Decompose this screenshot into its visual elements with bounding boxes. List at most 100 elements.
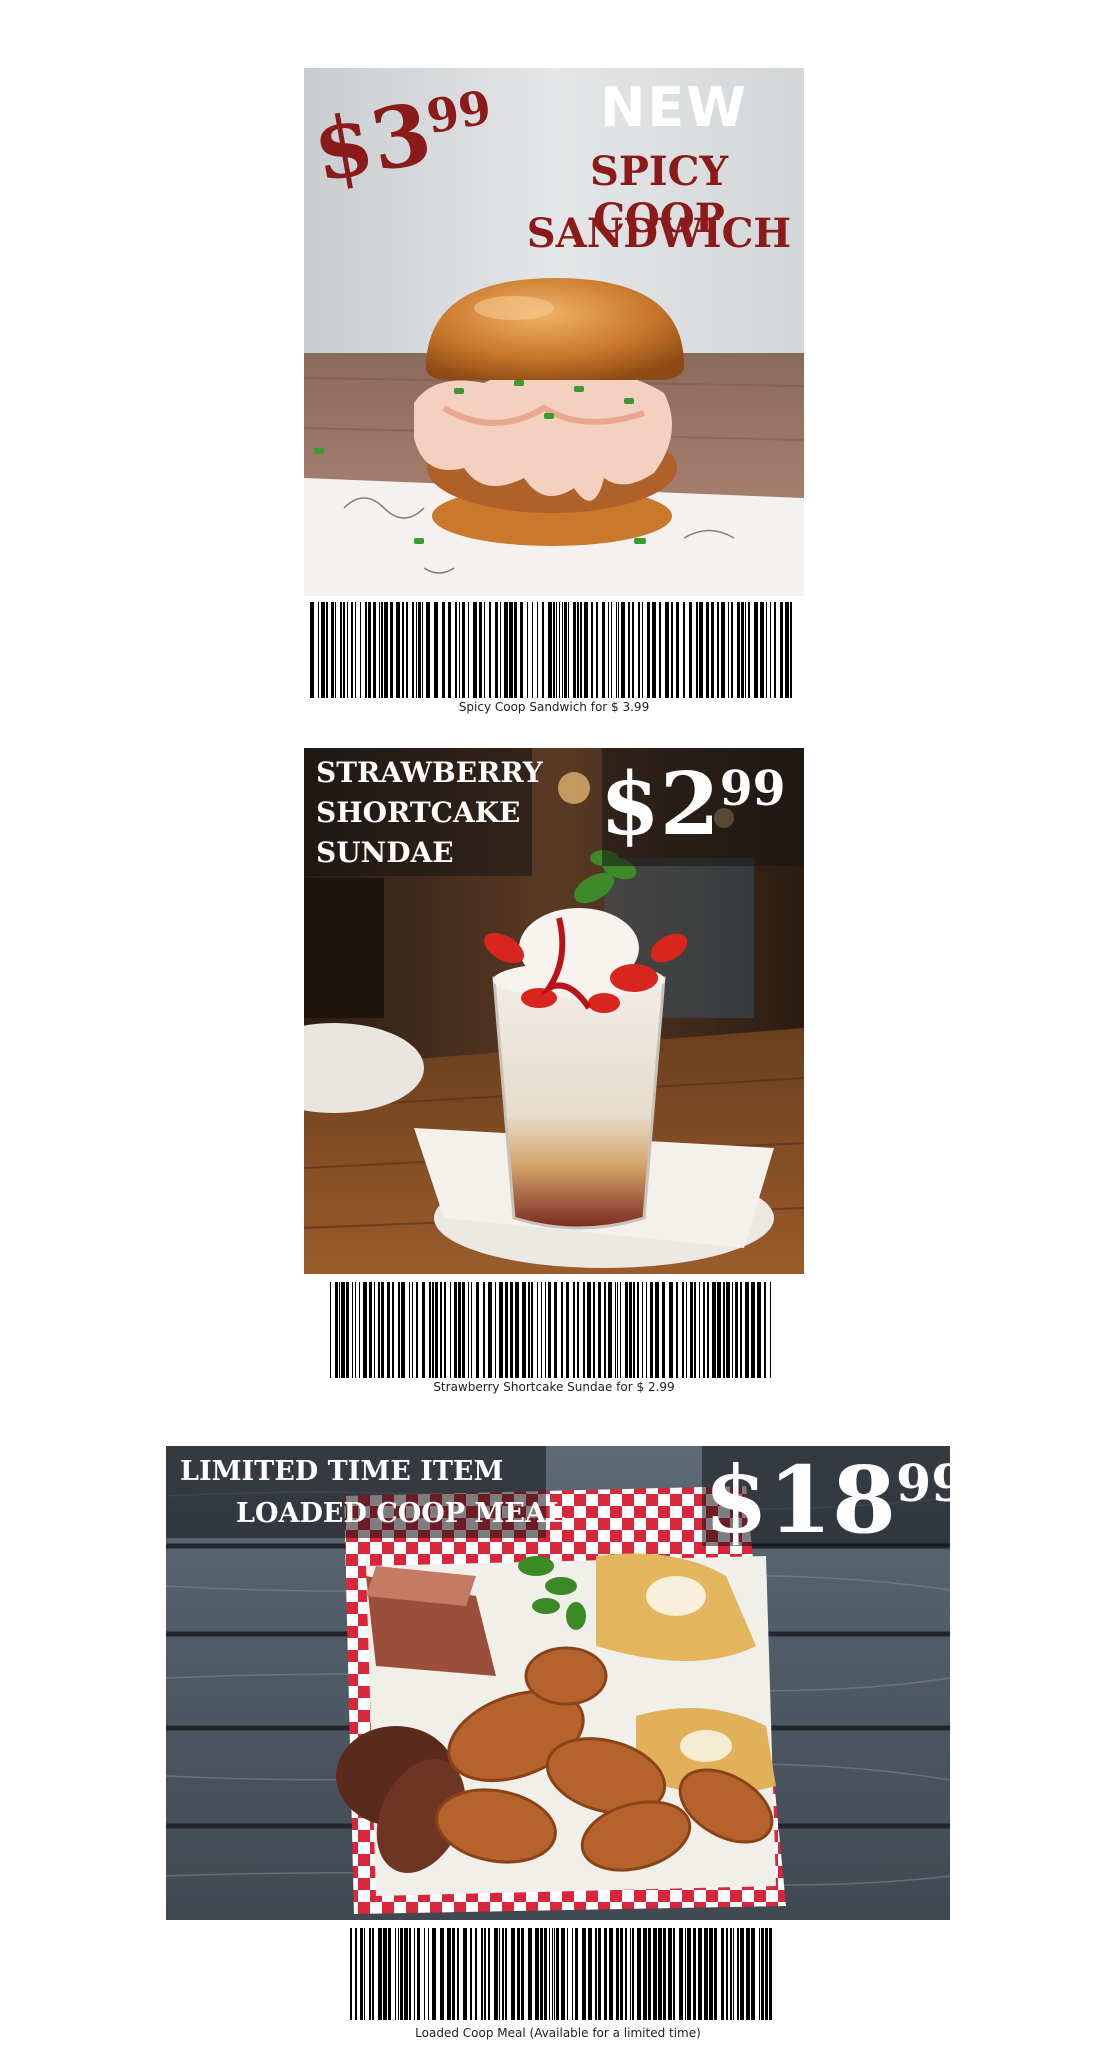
barcode-bar (511, 1928, 515, 2020)
barcode-bar (388, 1928, 391, 2020)
price-tag: $1899 (704, 1454, 950, 1546)
barcode-bar (321, 602, 325, 698)
barcode-bar (520, 602, 523, 698)
barcode-bar (704, 1928, 708, 2020)
barcode-bar (733, 1928, 734, 2020)
coupon-strawberry-shortcake-sundae[interactable]: STRAWBERRY SHORTCAKE SUNDAE $299 Strawbe… (0, 720, 1110, 1410)
item-title-line-3: SUNDAE (316, 836, 454, 869)
barcode-bar (374, 1282, 375, 1378)
barcode-bar (699, 602, 703, 698)
loaded-coop-meal-image: LIMITED TIME ITEM LOADED COOP MEAL $1899 (166, 1446, 950, 1920)
barcode-bar (532, 602, 533, 698)
barcode-bar (583, 1282, 585, 1378)
barcode-bar (364, 1928, 365, 2020)
coupon-loaded-coop-meal[interactable]: LIMITED TIME ITEM LOADED COOP MEAL $1899… (0, 1410, 1110, 2054)
barcode-bar (567, 1928, 568, 2020)
barcode-bar (632, 602, 634, 698)
strawberry-shortcake-sundae-image: STRAWBERRY SHORTCAKE SUNDAE $299 (304, 748, 804, 1274)
barcode-bar (698, 1928, 702, 2020)
barcode-bar (351, 602, 353, 698)
barcode-bar (418, 602, 421, 698)
barcode-bar (711, 602, 714, 698)
barcode-bar (373, 602, 376, 698)
barcode-bar (785, 602, 789, 698)
barcode-caption: Strawberry Shortcake Sundae for $ 2.99 (433, 1380, 675, 1394)
barcode-bar (694, 1282, 696, 1378)
item-title-line-2: SHORTCAKE (316, 796, 521, 829)
barcode-bar (731, 602, 733, 698)
barcode-bar (372, 1928, 374, 2020)
barcode-bar (468, 602, 469, 698)
barcode-bar (759, 1928, 760, 2020)
new-label: NEW (600, 76, 748, 139)
barcode-bar (352, 1282, 353, 1378)
barcode-bar (714, 1928, 717, 2020)
barcode-bar (764, 1282, 766, 1378)
barcode-bar (368, 602, 371, 698)
barcode-bar (509, 602, 513, 698)
barcode-bar (671, 602, 673, 698)
barcode-bar (568, 602, 569, 698)
barcode-bar (790, 602, 792, 698)
barcode-bar (444, 1282, 446, 1378)
barcode-bar (330, 1282, 331, 1378)
barcode-bar (696, 602, 698, 698)
barcode-bar (499, 1928, 500, 2020)
price-dollars: $18 (704, 1446, 897, 1554)
barcode-bar (355, 602, 356, 698)
barcode-bar (616, 602, 617, 698)
barcode-bar (633, 1282, 635, 1378)
barcode-bar (416, 1282, 418, 1378)
barcode-bar (527, 602, 528, 698)
barcode-bar (566, 1282, 569, 1378)
barcode-bar (556, 1928, 559, 2020)
barcode-bar (596, 602, 598, 698)
barcode-bar (615, 1282, 616, 1378)
barcode-bar (726, 1928, 728, 2020)
barcode-bar (346, 1282, 349, 1378)
barcode-bar (355, 1282, 356, 1378)
barcode-bar (620, 1282, 621, 1378)
barcode-bar (383, 1928, 387, 2020)
barcode-caption: Loaded Coop Meal (Available for a limite… (415, 2026, 701, 2040)
barcode-bar (424, 1928, 425, 2020)
barcode-bar (422, 1282, 425, 1378)
barcode-bar (462, 1282, 465, 1378)
barcode-bar (442, 602, 445, 698)
barcode-bar (625, 1282, 628, 1378)
barcode-bar (340, 602, 342, 698)
spicy-coop-sandwich-image: NEW SPICY COOP SANDWICH $399 (304, 68, 804, 596)
barcode-bar (625, 1928, 627, 2020)
barcode-bar (628, 602, 630, 698)
barcode-bar (434, 602, 438, 698)
barcode-bar (673, 1928, 675, 2020)
barcode-bar (659, 602, 661, 698)
barcode-bar (582, 1928, 586, 2020)
barcode-bar (404, 1928, 408, 2020)
barcode-bar (414, 1928, 415, 2020)
barcode-bar (556, 602, 557, 698)
barcode-bar (396, 602, 400, 698)
barcode-bar (632, 1928, 634, 2020)
barcode-bar (435, 1282, 438, 1378)
barcode-bar (780, 602, 783, 698)
barcode-bar (428, 1928, 429, 2020)
barcode-bar (737, 602, 740, 698)
barcode-bar (662, 1282, 665, 1378)
barcode-bar (335, 1282, 338, 1378)
barcode-bar (618, 602, 619, 698)
barcode (330, 1282, 771, 1378)
barcode-bar (561, 1928, 565, 2020)
barcode-bar (726, 1282, 730, 1378)
barcode-bar (484, 602, 485, 698)
coupon-spicy-coop-sandwich[interactable]: NEW SPICY COOP SANDWICH $399 Spicy Coop … (0, 0, 1110, 720)
barcode-bar (577, 1282, 579, 1378)
barcode-bar (721, 602, 725, 698)
barcode-bar (648, 1928, 651, 2020)
barcode-bar (390, 602, 393, 698)
barcode-bar (709, 1928, 713, 2020)
barcode-bar (528, 1282, 530, 1378)
barcode-bar (608, 1282, 612, 1378)
barcode-bar (658, 1928, 662, 2020)
item-title-line-2: LOADED COOP MEAL (236, 1498, 565, 1529)
